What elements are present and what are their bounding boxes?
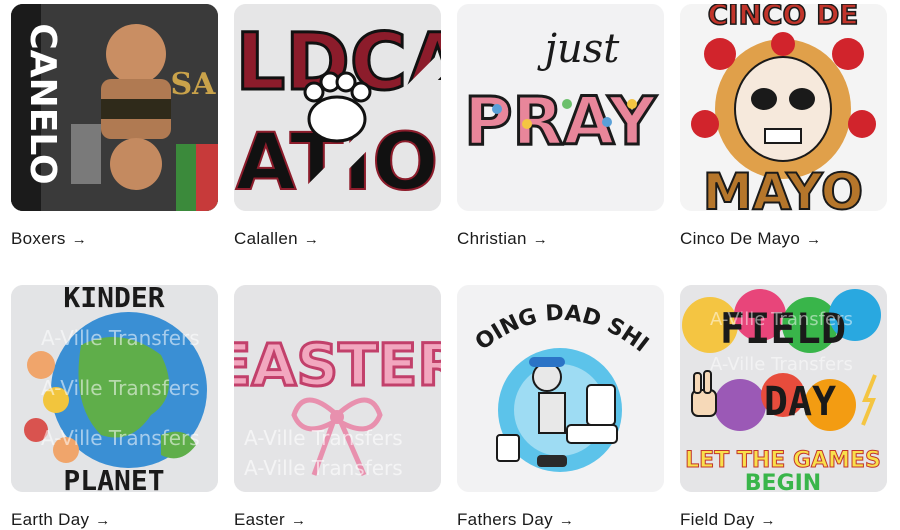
collection-image-fathers-day[interactable]: DOING DAD SHIT (457, 285, 664, 492)
collection-image-calallen[interactable]: ILDCA ATIO (234, 4, 441, 211)
collection-link-fathers-day[interactable]: Fathers Day → (457, 510, 664, 530)
arrow-right-icon: → (71, 230, 88, 248)
svg-text:SA: SA (171, 67, 217, 102)
collection-label: Christian (457, 229, 527, 248)
collection-card-cinco-de-mayo[interactable]: CINCO DE MAYO Cinco De Mayo → (680, 4, 887, 249)
christian-big-text: PRAY (464, 83, 657, 160)
cinco-top-text: CINCO DE (708, 4, 859, 31)
easter-artwork: EASTER (234, 285, 441, 492)
calallen-artwork: ILDCA ATIO (234, 4, 441, 211)
boxers-vertical-text: CANELO (22, 23, 63, 184)
collection-link-christian[interactable]: Christian → (457, 229, 664, 249)
collection-link-boxers[interactable]: Boxers → (11, 229, 218, 249)
collection-image-christian[interactable]: just PRAY (457, 4, 664, 211)
easter-text: EASTER (234, 331, 441, 399)
collection-image-field-day[interactable]: FIELD DAY LET THE GAMES BEGIN A-Ville Tr… (680, 285, 887, 492)
collection-card-easter[interactable]: EASTER A-Ville Transfers A-Ville Transfe… (234, 285, 441, 530)
collection-link-cinco-de-mayo[interactable]: Cinco De Mayo → (680, 229, 887, 249)
field-bottom-text: LET THE GAMES (685, 448, 881, 473)
earth-top-text: KINDER (63, 285, 164, 314)
collection-label: Boxers (11, 229, 66, 248)
collection-label: Field Day (680, 510, 755, 529)
field-top-text: FIELD (720, 304, 846, 353)
arrow-right-icon: → (290, 511, 307, 529)
collection-image-boxers[interactable]: CANELO SA (11, 4, 218, 211)
field-last-text: BEGIN (745, 471, 821, 492)
christian-small-text: just (537, 26, 621, 72)
arrow-right-icon: → (95, 511, 111, 529)
cinco-bottom-text: MAYO (703, 163, 864, 211)
field-mid-text: DAY (764, 379, 836, 425)
collection-label: Fathers Day (457, 510, 553, 529)
arrow-right-icon: → (806, 230, 822, 248)
collection-image-earth-day[interactable]: KINDER PLANET A-Ville Transfers A-Ville … (11, 285, 218, 492)
boxers-artwork: CANELO SA (11, 4, 218, 211)
cinco-artwork: CINCO DE MAYO (680, 4, 887, 211)
earth-artwork: KINDER PLANET (11, 285, 218, 492)
fathers-artwork: DOING DAD SHIT (457, 285, 664, 492)
arrow-right-icon: → (532, 230, 549, 248)
collection-card-field-day[interactable]: FIELD DAY LET THE GAMES BEGIN A-Ville Tr… (680, 285, 887, 530)
arrow-right-icon: → (760, 511, 776, 529)
collection-card-calallen[interactable]: ILDCA ATIO Calallen → (234, 4, 441, 249)
collection-image-cinco-de-mayo[interactable]: CINCO DE MAYO (680, 4, 887, 211)
collections-grid: CANELO SA Boxers → ILDCA ATIO (0, 0, 900, 529)
collection-card-fathers-day[interactable]: DOING DAD SHIT Fathers Day → (457, 285, 664, 530)
collection-label: Easter (234, 510, 285, 529)
collection-label: Cinco De Mayo (680, 229, 801, 248)
field-artwork: FIELD DAY LET THE GAMES BEGIN (680, 285, 887, 492)
collection-card-boxers[interactable]: CANELO SA Boxers → (11, 4, 218, 249)
earth-bottom-text: PLANET (63, 464, 164, 492)
collection-label: Earth Day (11, 510, 90, 529)
collection-link-earth-day[interactable]: Earth Day → (11, 510, 218, 530)
arrow-right-icon: → (303, 230, 320, 248)
collection-label: Calallen (234, 229, 298, 248)
collection-card-earth-day[interactable]: KINDER PLANET A-Ville Transfers A-Ville … (11, 285, 218, 530)
collection-link-easter[interactable]: Easter → (234, 510, 441, 530)
collection-image-easter[interactable]: EASTER A-Ville Transfers A-Ville Transfe… (234, 285, 441, 492)
arrow-right-icon: → (558, 511, 575, 529)
paw-print-icon (303, 71, 372, 143)
christian-artwork: just PRAY (457, 4, 664, 211)
collection-link-field-day[interactable]: Field Day → (680, 510, 887, 530)
collection-card-christian[interactable]: just PRAY Christian → (457, 4, 664, 249)
collection-link-calallen[interactable]: Calallen → (234, 229, 441, 249)
